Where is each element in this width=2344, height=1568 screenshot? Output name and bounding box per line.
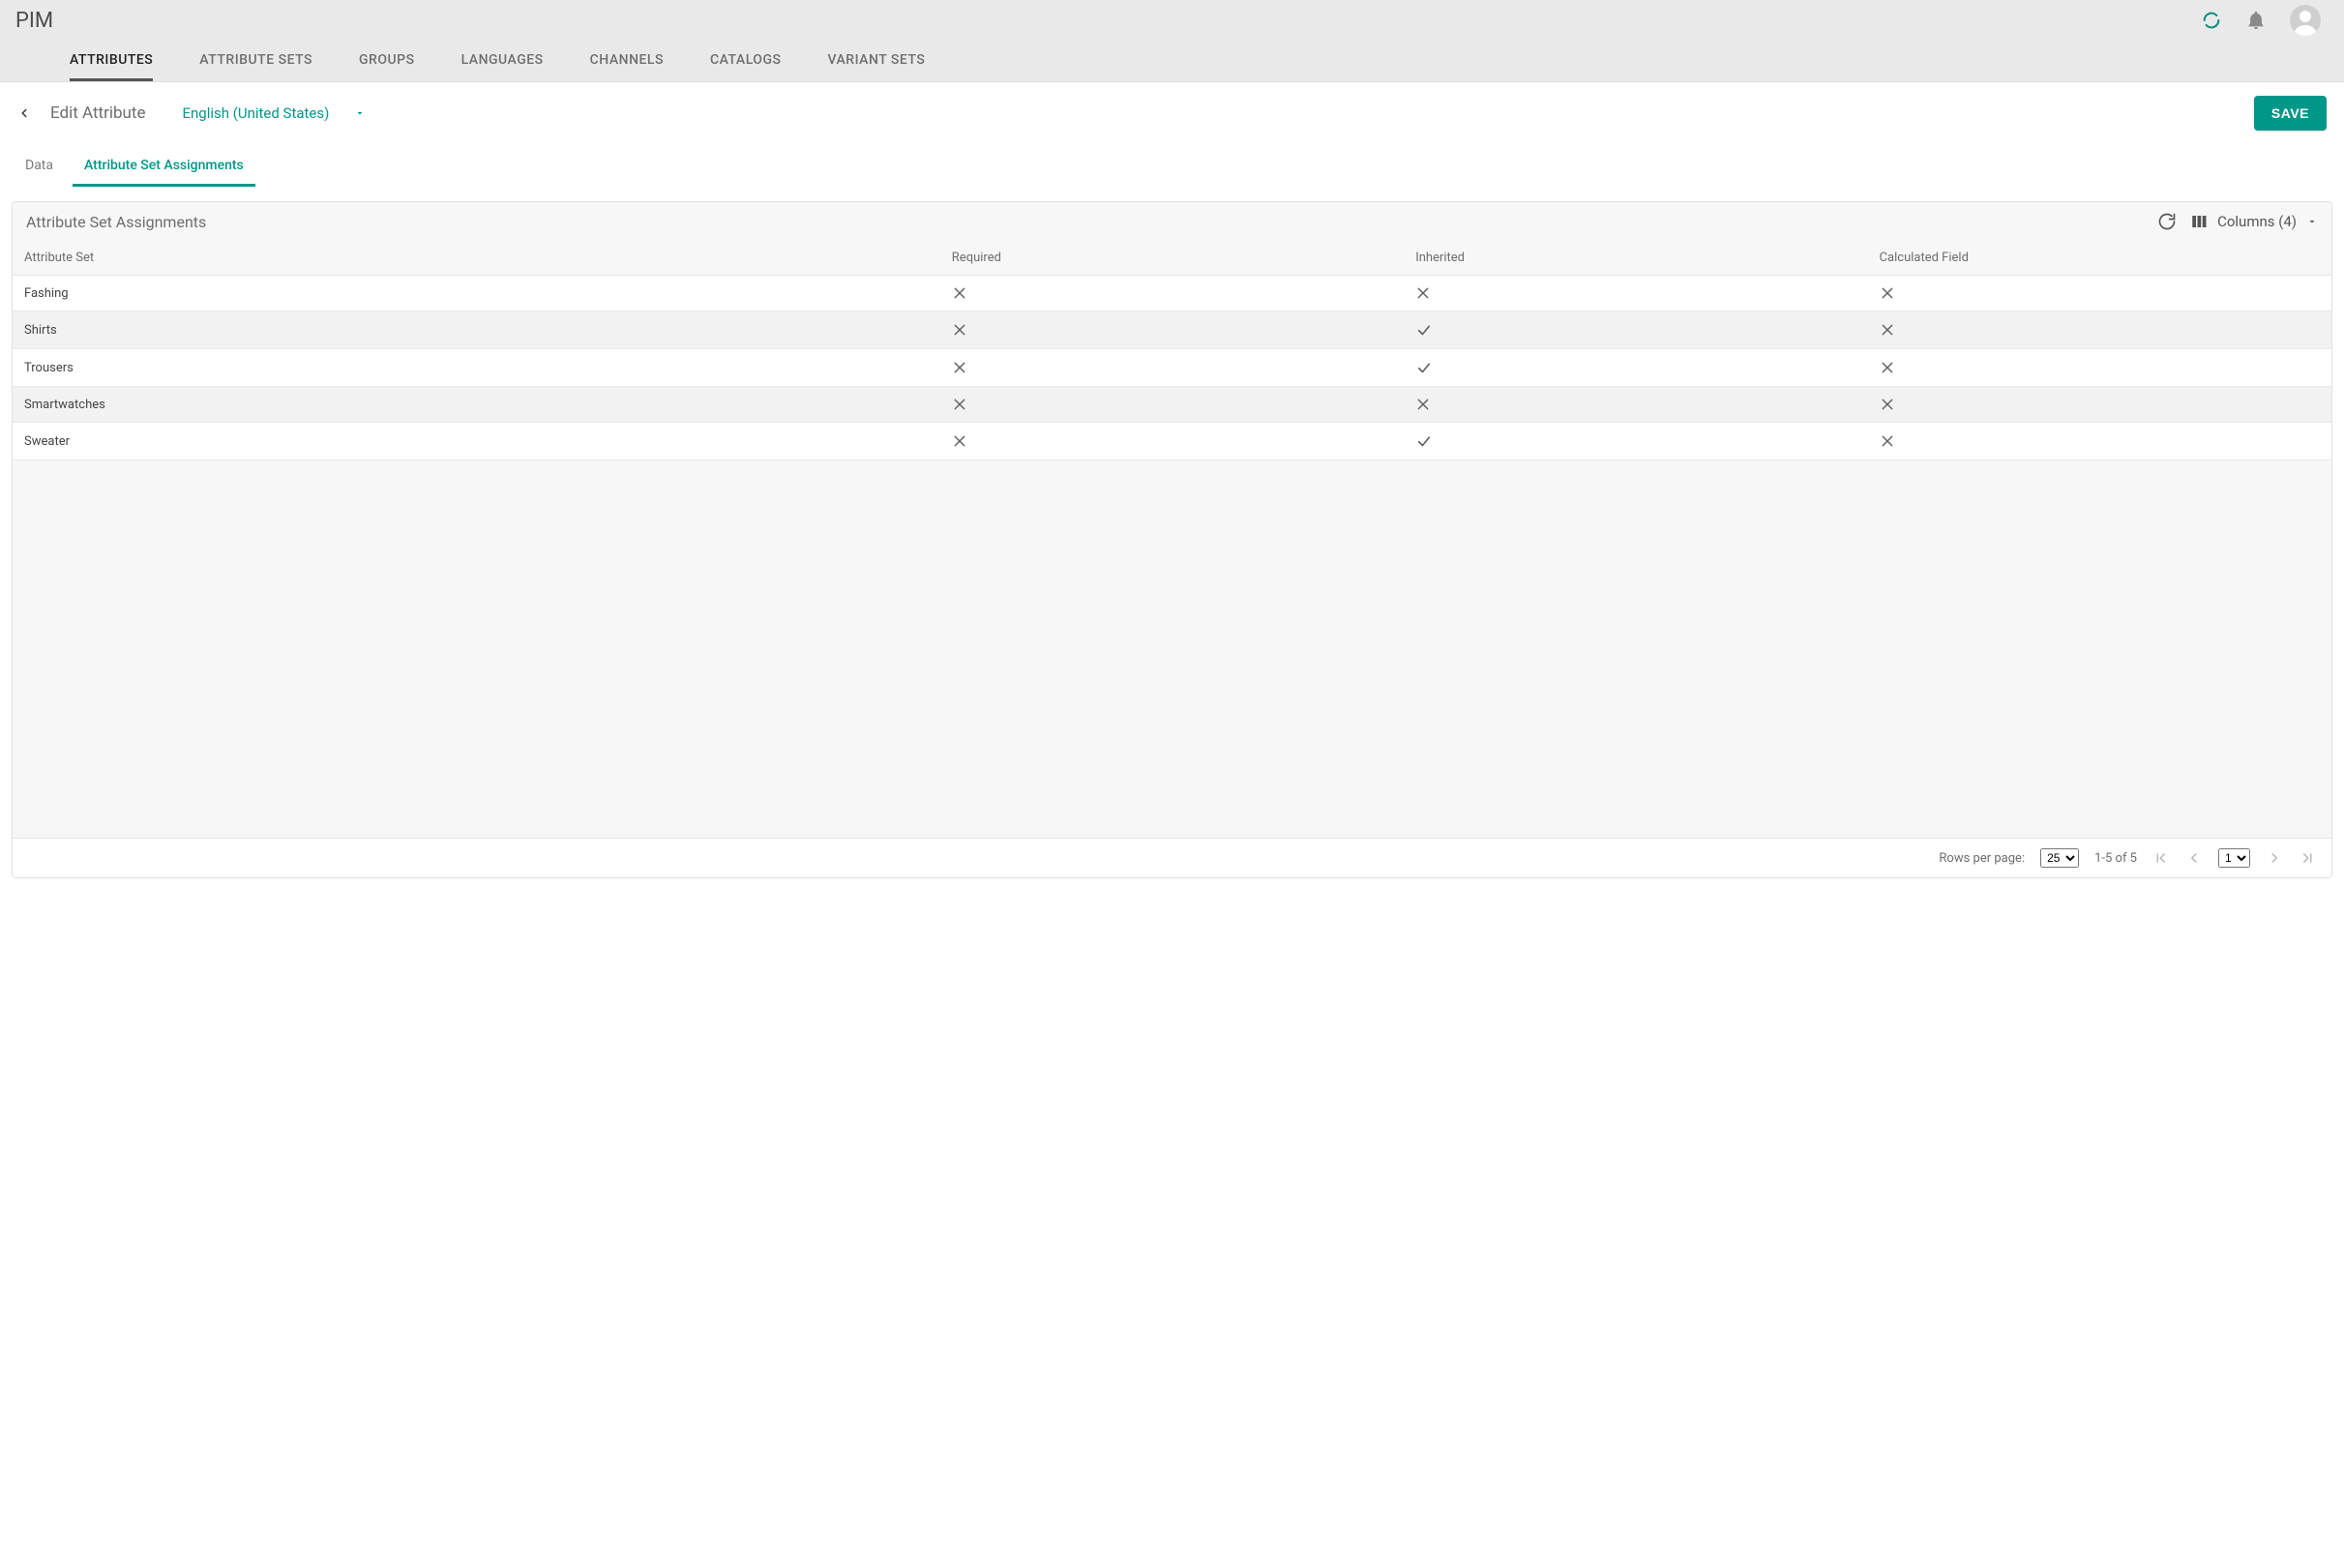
cross-icon	[1880, 285, 1895, 301]
sub-tab-data[interactable]: Data	[21, 148, 57, 187]
cross-icon	[1415, 285, 1431, 301]
back-icon[interactable]	[17, 106, 31, 120]
sub-tab-attribute-set-assignments[interactable]: Attribute Set Assignments	[80, 148, 248, 187]
cross-icon	[1415, 397, 1431, 412]
columns-selector[interactable]: Columns (4)	[2190, 213, 2318, 230]
attribute-set-name: Trousers	[13, 349, 940, 387]
cross-icon	[1880, 360, 1895, 375]
nav-tab-attributes[interactable]: ATTRIBUTES	[46, 41, 176, 81]
user-avatar[interactable]	[2290, 5, 2321, 36]
next-page-icon[interactable]	[2266, 849, 2283, 867]
first-page-icon[interactable]	[2152, 849, 2170, 867]
nav-tab-languages[interactable]: LANGUAGES	[438, 41, 567, 81]
panel-title: Attribute Set Assignments	[26, 213, 206, 231]
app-title: PIM	[15, 9, 53, 33]
sync-icon[interactable]	[2201, 10, 2222, 31]
page-select[interactable]: 1	[2218, 848, 2250, 868]
table-row[interactable]: Sweater	[13, 423, 2331, 460]
table-row[interactable]: Trousers	[13, 349, 2331, 387]
check-icon	[1415, 321, 1433, 339]
nav-tab-channels[interactable]: CHANNELS	[567, 41, 687, 81]
table-row[interactable]: Fashing	[13, 276, 2331, 311]
caret-down-icon	[354, 107, 366, 119]
column-header[interactable]: Inherited	[1404, 241, 1867, 276]
attribute-set-name: Sweater	[13, 423, 940, 460]
attribute-set-name: Shirts	[13, 311, 940, 349]
columns-label: Columns (4)	[2217, 213, 2297, 230]
cross-icon	[952, 322, 967, 338]
column-header[interactable]: Calculated Field	[1868, 241, 2331, 276]
check-icon	[1415, 359, 1433, 376]
refresh-table-icon[interactable]	[2157, 212, 2177, 231]
nav-tab-groups[interactable]: GROUPS	[336, 41, 438, 81]
cross-icon	[952, 285, 967, 301]
assignments-panel: Attribute Set Assignments Columns (4) At…	[12, 201, 2332, 878]
breadcrumb: Edit Attribute	[50, 104, 145, 123]
table-row[interactable]: Smartwatches	[13, 387, 2331, 423]
notifications-icon[interactable]	[2245, 10, 2267, 31]
check-icon	[1415, 432, 1433, 450]
table-footer: Rows per page: 25 1-5 of 5 1	[13, 838, 2331, 877]
caret-down-icon	[2306, 216, 2318, 227]
prev-page-icon[interactable]	[2185, 849, 2203, 867]
cross-icon	[952, 397, 967, 412]
cross-icon	[952, 433, 967, 449]
table-row[interactable]: Shirts	[13, 311, 2331, 349]
cross-icon	[1880, 322, 1895, 338]
rows-per-page-select[interactable]: 25	[2040, 848, 2079, 868]
save-button[interactable]: SAVE	[2254, 96, 2327, 131]
nav-tab-catalogs[interactable]: CATALOGS	[687, 41, 805, 81]
last-page-icon[interactable]	[2299, 849, 2316, 867]
pagination-range: 1-5 of 5	[2094, 851, 2137, 866]
assignments-table: Attribute SetRequiredInheritedCalculated…	[13, 241, 2331, 460]
column-header[interactable]: Required	[940, 241, 1404, 276]
cross-icon	[1880, 433, 1895, 449]
nav-tab-attribute-sets[interactable]: ATTRIBUTE SETS	[176, 41, 336, 81]
cross-icon	[952, 360, 967, 375]
subheader: Edit Attribute English (United States) S…	[0, 82, 2344, 140]
nav-tab-variant-sets[interactable]: VARIANT SETS	[804, 41, 948, 81]
rows-per-page-label: Rows per page:	[1939, 851, 2025, 866]
language-label: English (United States)	[182, 104, 329, 122]
language-select[interactable]: English (United States)	[182, 104, 366, 122]
app-header: PIM ATTRIBUTESATTRIBUTE SETSGROUPSLANGUA…	[0, 0, 2344, 82]
cross-icon	[1880, 397, 1895, 412]
attribute-set-name: Fashing	[13, 276, 940, 311]
attribute-set-name: Smartwatches	[13, 387, 940, 423]
column-header[interactable]: Attribute Set	[13, 241, 940, 276]
